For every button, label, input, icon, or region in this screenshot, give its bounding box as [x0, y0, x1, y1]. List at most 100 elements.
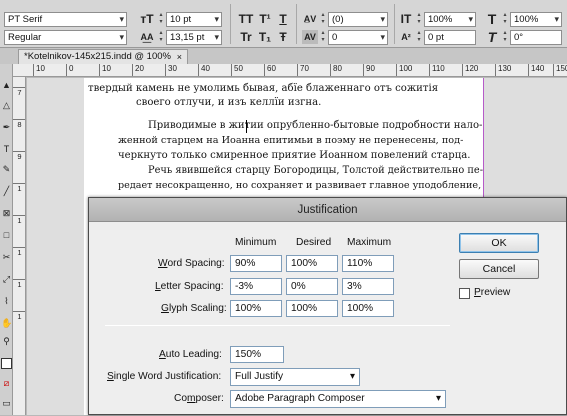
direct-selection-tool-icon[interactable]: △: [1, 100, 12, 111]
superscript-button[interactable]: T¹: [258, 12, 272, 26]
ruler-label: 140: [528, 64, 544, 76]
vertical-scale-field[interactable]: 100%: [424, 12, 476, 27]
font-size-icon: ᴛT: [140, 12, 154, 26]
letter-spacing-min-input[interactable]: -3%: [230, 278, 282, 295]
composer-select[interactable]: Adobe Paragraph Composer: [230, 390, 446, 408]
ok-button[interactable]: OK: [459, 233, 539, 253]
leading-field[interactable]: 13,15 pt: [166, 30, 222, 45]
zoom-tool-icon[interactable]: ⚲: [1, 336, 12, 347]
all-caps-button[interactable]: TT: [238, 12, 254, 26]
rectangle-tool-icon[interactable]: □: [1, 230, 12, 241]
horizontal-ruler[interactable]: 10 0 10 20 30 40 50 60 70 80 90 100 110 …: [13, 64, 567, 77]
ruler-label: 90: [363, 64, 375, 76]
horizontal-scale-stepper[interactable]: ▴ ▾: [502, 12, 508, 26]
underline-button[interactable]: T: [276, 12, 290, 26]
skew-icon: T: [487, 29, 497, 45]
separator: [394, 4, 395, 44]
ruler-label: 150: [553, 64, 567, 76]
ruler-label: 10: [99, 64, 111, 76]
column-header-maximum: Maximum: [347, 237, 392, 248]
skew-stepper[interactable]: ▴ ▾: [502, 30, 508, 44]
none-swatch-icon[interactable]: ⧄: [1, 378, 12, 389]
pen-tool-icon[interactable]: ✒: [1, 122, 12, 133]
auto-leading-input[interactable]: 150%: [230, 346, 284, 363]
column-header-minimum: Minimum: [235, 237, 277, 248]
baseline-shift-field[interactable]: 0 pt: [424, 30, 476, 45]
control-panel: PT Serif Regular ᴛT ▴▾ 10 pt A͟A ▴▾ 13,1…: [0, 0, 567, 48]
ruler-label: 60: [264, 64, 276, 76]
vertical-ruler[interactable]: 7 8 9 1 1 1 1 1: [13, 77, 26, 415]
page-text-line: черкнуто только смиренное приятие Иоанно…: [118, 150, 471, 161]
line-tool-icon[interactable]: ╱: [1, 186, 12, 197]
skew-field[interactable]: 0°: [510, 30, 562, 45]
strikethrough-button[interactable]: Ŧ: [276, 30, 290, 44]
scissors-tool-icon[interactable]: ✂: [1, 252, 12, 263]
ruler-label: 1: [13, 215, 25, 227]
font-size-stepper[interactable]: ▴ ▾: [158, 12, 164, 26]
close-tab-icon[interactable]: ×: [177, 50, 182, 64]
page-text-line: твердый камень не умолимь бывая, абїе бл…: [88, 83, 439, 94]
page-text-line: Приводимые в житии опрубленно-бытовые по…: [148, 120, 483, 131]
rectangle-frame-tool-icon[interactable]: ⊠: [1, 208, 12, 219]
page-text-line: женной старцем на Иоанна епитимьи в поэм…: [118, 135, 464, 146]
ruler-label: 50: [231, 64, 243, 76]
ruler-label: 20: [132, 64, 144, 76]
type-tool-icon[interactable]: T: [1, 144, 12, 155]
font-size-field[interactable]: 10 pt: [166, 12, 222, 27]
ruler-label: 30: [165, 64, 177, 76]
document-tab-title: *Kotelnikov-145x215.indd @ 100%: [24, 51, 171, 62]
word-spacing-min-input[interactable]: 90%: [230, 255, 282, 272]
ruler-label: 7: [13, 87, 25, 99]
fill-swatch-icon[interactable]: [1, 358, 12, 369]
subscript-button[interactable]: T₁: [258, 30, 272, 44]
ruler-label: 110: [429, 64, 445, 76]
ruler-label: 100: [396, 64, 412, 76]
word-spacing-max-input[interactable]: 110%: [342, 255, 394, 272]
separator: [230, 4, 231, 44]
leading-stepper[interactable]: ▴ ▾: [158, 30, 164, 44]
dialog-body: Minimum Desired Maximum Word Spacing: 90…: [89, 222, 566, 416]
dialog-title-bar[interactable]: Justification: [89, 198, 566, 222]
tracking-icon: AV: [302, 30, 318, 44]
hand-tool-icon[interactable]: ✋: [1, 318, 12, 329]
document-tab[interactable]: *Kotelnikov-145x215.indd @ 100% ×: [18, 49, 188, 64]
ruler-label: 130: [495, 64, 511, 76]
kerning-field[interactable]: (0): [328, 12, 388, 27]
tracking-stepper[interactable]: ▴ ▾: [320, 30, 326, 44]
page-text-line: Речь явившейся старцу Богородицы, Толсто…: [148, 165, 484, 176]
baseline-shift-stepper[interactable]: ▴ ▾: [416, 30, 422, 44]
glyph-scaling-label: Glyph Scaling:: [161, 303, 227, 314]
single-word-justification-select[interactable]: Full Justify: [230, 368, 360, 386]
leading-icon: A͟A: [140, 32, 154, 42]
word-spacing-desired-input[interactable]: 100%: [286, 255, 338, 272]
selection-tool-icon[interactable]: ▲: [1, 80, 12, 91]
divider: [105, 325, 450, 326]
letter-spacing-label: Letter Spacing:: [155, 281, 224, 292]
composer-label: Composer:: [174, 393, 224, 404]
glyph-scaling-max-input[interactable]: 100%: [342, 300, 394, 317]
horizontal-scale-field[interactable]: 100%: [510, 12, 562, 27]
glyph-scaling-desired-input[interactable]: 100%: [286, 300, 338, 317]
small-caps-button[interactable]: Tr: [238, 30, 254, 44]
ruler-label: 8: [13, 119, 25, 131]
tracking-field[interactable]: 0: [328, 30, 388, 45]
letter-spacing-max-input[interactable]: 3%: [342, 278, 394, 295]
page-text-line: своего отлучи, и изъ келлїи изгна.: [136, 97, 322, 108]
page-text-line: редает несокращенно, но сохраняет и разв…: [118, 180, 482, 191]
vertical-scale-stepper[interactable]: ▴ ▾: [416, 12, 422, 26]
preview-checkbox[interactable]: [459, 288, 470, 299]
horizontal-scale-icon: T: [487, 11, 497, 27]
cancel-button[interactable]: Cancel: [459, 259, 539, 279]
free-transform-tool-icon[interactable]: ⤢: [1, 274, 12, 285]
eyedropper-tool-icon[interactable]: ⌇: [1, 296, 12, 307]
margin-guide: [483, 78, 484, 198]
kerning-stepper[interactable]: ▴ ▾: [320, 12, 326, 26]
font-family-select[interactable]: PT Serif: [4, 12, 127, 27]
font-style-select[interactable]: Regular: [4, 30, 127, 45]
letter-spacing-desired-input[interactable]: 0%: [286, 278, 338, 295]
view-mode-icon[interactable]: ▭: [1, 398, 12, 409]
vertical-scale-icon: ІT: [400, 12, 412, 26]
ruler-label: 1: [13, 311, 25, 323]
pencil-tool-icon[interactable]: ✎: [1, 164, 12, 175]
glyph-scaling-min-input[interactable]: 100%: [230, 300, 282, 317]
